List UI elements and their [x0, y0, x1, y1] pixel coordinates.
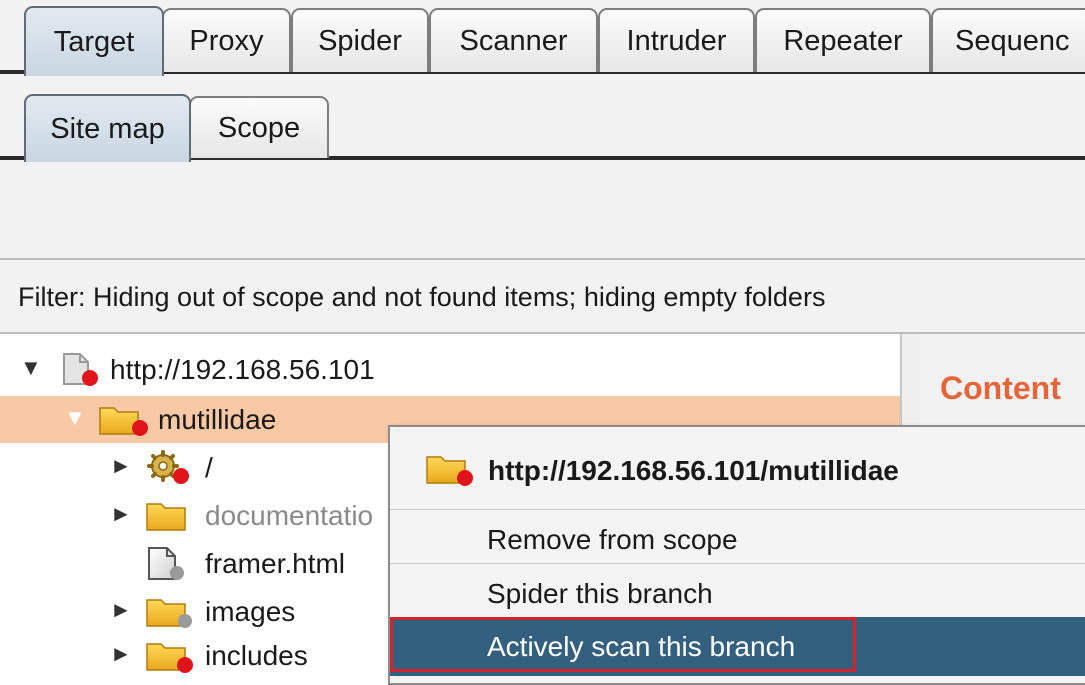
context-menu-url: http://192.168.56.101/mutillidae [488, 455, 899, 486]
tab-scanner[interactable]: Scanner [429, 8, 598, 72]
tree-node-label: includes [205, 640, 308, 671]
folder-red-dot-icon [145, 638, 195, 679]
tree-node-label: / [205, 452, 213, 483]
tree-node-label: images [205, 596, 296, 627]
tree-node-label: framer.html [205, 548, 346, 579]
gear-red-dot-icon [145, 450, 195, 491]
tree-node-label: http://192.168.56.101 [110, 354, 375, 385]
target-sub-tab-bar: Site map Scope [0, 86, 1085, 172]
menu-item-actively-scan-this-branch[interactable]: Actively scan this branch [390, 617, 1085, 676]
folder-grey-dot-icon [145, 594, 195, 635]
collapsed-arrow-icon[interactable]: ► [110, 641, 132, 667]
menu-item-label: Remove from scope [487, 524, 738, 555]
filter-bar[interactable]: Filter: Hiding out of scope and not foun… [0, 260, 1085, 334]
tree-node-host[interactable]: ▼ http://192.168.56.101 [0, 346, 900, 393]
contents-heading: Content [940, 370, 1061, 406]
tree-node-label: mutillidae [158, 404, 277, 435]
tab-intruder[interactable]: Intruder [598, 8, 755, 72]
tab-repeater[interactable]: Repeater [755, 8, 931, 72]
menu-item-remove-from-scope[interactable]: Remove from scope [390, 509, 1085, 568]
tree-node-label: documentatio [205, 500, 374, 531]
menu-item-label: Actively scan this branch [487, 631, 796, 662]
folder-red-dot-icon [98, 402, 152, 443]
tab-scope[interactable]: Scope [189, 96, 329, 158]
folder-icon [145, 498, 195, 539]
tab-proxy[interactable]: Proxy [162, 8, 291, 72]
collapsed-arrow-icon[interactable]: ► [110, 453, 132, 479]
main-tab-bar: Target Proxy Spider Scanner Intruder Rep… [0, 0, 1085, 86]
collapsed-arrow-icon[interactable]: ► [110, 501, 132, 527]
page-grey-dot-icon [145, 546, 195, 587]
menu-item-label: Spider this branch [487, 578, 713, 609]
tab-site-map[interactable]: Site map [24, 94, 191, 162]
filter-text: Filter: Hiding out of scope and not foun… [18, 282, 826, 312]
menu-item-spider-this-branch[interactable]: Spider this branch [390, 563, 1085, 622]
tab-spider[interactable]: Spider [291, 8, 429, 72]
context-menu-header: http://192.168.56.101/mutillidae [390, 427, 1085, 509]
collapsed-arrow-icon[interactable]: ► [110, 597, 132, 623]
expanded-arrow-icon[interactable]: ▼ [20, 355, 42, 381]
tab-target[interactable]: Target [24, 6, 164, 76]
page-red-dot-icon [60, 352, 104, 393]
toolbar-area [0, 172, 1085, 260]
context-menu: http://192.168.56.101/mutillidae Remove … [388, 425, 1085, 685]
folder-red-dot-icon [425, 451, 479, 492]
expanded-arrow-icon[interactable]: ▼ [64, 405, 86, 431]
tab-sequencer[interactable]: Sequenc [931, 8, 1085, 72]
